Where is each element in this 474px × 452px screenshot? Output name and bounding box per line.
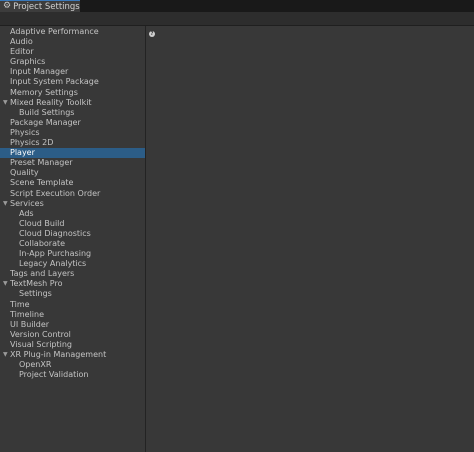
project-settings-window: ⚙ Project Settings Adaptive Performance A… bbox=[0, 0, 474, 452]
sidebar-item-audio[interactable]: Audio bbox=[0, 37, 145, 47]
sidebar-item-label: Timeline bbox=[10, 309, 45, 319]
sidebar-item-label: Graphics bbox=[10, 57, 46, 67]
sidebar-item-label: Input Manager bbox=[10, 67, 69, 77]
foldout-arrow-icon[interactable]: ▼ bbox=[3, 279, 8, 289]
sidebar-item-label: Physics 2D bbox=[10, 138, 54, 148]
sidebar-item-label: UI Builder bbox=[10, 319, 50, 329]
sidebar-item-visual-scripting[interactable]: Visual Scripting bbox=[0, 340, 145, 350]
sidebar-item-physics[interactable]: Physics bbox=[0, 128, 145, 138]
gear-icon: ⚙ bbox=[3, 1, 12, 11]
sidebar-item-textmesh-pro[interactable]: ▼ TextMesh Pro bbox=[0, 279, 145, 289]
sidebar-item-scene-template[interactable]: Scene Template bbox=[0, 178, 145, 188]
sidebar-item-time[interactable]: Time bbox=[0, 300, 145, 310]
sidebar-item-label: Ads bbox=[19, 208, 34, 218]
sidebar-item-ads[interactable]: Ads bbox=[0, 209, 145, 219]
sidebar-item-label: Visual Scripting bbox=[10, 339, 72, 349]
sidebar-item-label: Time bbox=[10, 299, 30, 309]
sidebar-item-label: Legacy Analytics bbox=[19, 259, 87, 269]
sidebar-item-services[interactable]: ▼ Services bbox=[0, 199, 145, 209]
sidebar-item-cloud-build[interactable]: Cloud Build bbox=[0, 219, 145, 229]
sidebar-item-editor[interactable]: Editor bbox=[0, 47, 145, 57]
sidebar-item-label: Version Control bbox=[10, 329, 71, 339]
help-icon[interactable]: ? bbox=[149, 31, 155, 37]
sidebar-item-label: Cloud Diagnostics bbox=[19, 228, 91, 238]
sidebar-item-label: Editor bbox=[10, 47, 34, 57]
sidebar-item-label: Services bbox=[10, 198, 44, 208]
sidebar-item-legacy-analytics[interactable]: Legacy Analytics bbox=[0, 259, 145, 269]
sidebar-item-collaborate[interactable]: Collaborate bbox=[0, 239, 145, 249]
toolbar bbox=[0, 12, 474, 26]
sidebar-item-label: XR Plug-in Management bbox=[10, 350, 107, 359]
sidebar-item-in-app-purchasing[interactable]: In-App Purchasing bbox=[0, 249, 145, 259]
tab-project-settings[interactable]: ⚙ Project Settings bbox=[0, 0, 80, 12]
sidebar-item-mixed-reality-toolkit[interactable]: ▼ Mixed Reality Toolkit bbox=[0, 98, 145, 108]
sidebar-item-label: Collaborate bbox=[19, 238, 66, 248]
sidebar-item-label: Project Validation bbox=[19, 370, 89, 380]
sidebar-item-label: Quality bbox=[10, 168, 39, 178]
sidebar-item-label: Physics bbox=[10, 127, 40, 137]
sidebar-item-label: Package Manager bbox=[10, 117, 81, 127]
sidebar-item-label: Cloud Build bbox=[19, 218, 65, 228]
sidebar-item-label: Player bbox=[10, 148, 35, 158]
sidebar-item-settings[interactable]: Settings bbox=[0, 289, 145, 299]
settings-content-panel: ? bbox=[146, 26, 474, 452]
sidebar-item-label: TextMesh Pro bbox=[10, 279, 63, 289]
sidebar-item-tags-and-layers[interactable]: Tags and Layers bbox=[0, 269, 145, 279]
sidebar-item-label: Memory Settings bbox=[10, 87, 78, 97]
sidebar-item-label: Tags and Layers bbox=[10, 269, 75, 279]
sidebar-item-package-manager[interactable]: Package Manager bbox=[0, 118, 145, 128]
foldout-arrow-icon[interactable]: ▼ bbox=[3, 199, 8, 209]
sidebar-item-openxr[interactable]: OpenXR bbox=[0, 360, 145, 370]
sidebar-item-cloud-diagnostics[interactable]: Cloud Diagnostics bbox=[0, 229, 145, 239]
sidebar-item-physics-2d[interactable]: Physics 2D bbox=[0, 138, 145, 148]
foldout-arrow-icon[interactable]: ▼ bbox=[3, 350, 8, 360]
sidebar-item-label: In-App Purchasing bbox=[19, 249, 92, 259]
sidebar-item-label: Mixed Reality Toolkit bbox=[10, 97, 92, 107]
sidebar-item-preset-manager[interactable]: Preset Manager bbox=[0, 158, 145, 168]
sidebar-item-xr-plug-in-management[interactable]: ▼ XR Plug-in Management bbox=[0, 350, 145, 360]
sidebar-item-adaptive-performance[interactable]: Adaptive Performance bbox=[0, 27, 145, 37]
sidebar-item-version-control[interactable]: Version Control bbox=[0, 330, 145, 340]
sidebar-item-memory-settings[interactable]: Memory Settings bbox=[0, 88, 145, 98]
sidebar-item-label: Build Settings bbox=[19, 107, 75, 117]
sidebar-item-script-execution-order[interactable]: Script Execution Order bbox=[0, 189, 145, 199]
sidebar-item-label: Settings bbox=[19, 289, 52, 299]
sidebar-item-build-settings[interactable]: Build Settings bbox=[0, 108, 145, 118]
sidebar-item-timeline[interactable]: Timeline bbox=[0, 310, 145, 320]
sidebar-item-project-validation[interactable]: Project Validation bbox=[0, 370, 145, 380]
sidebar-item-quality[interactable]: Quality bbox=[0, 168, 145, 178]
tab-bar: ⚙ Project Settings bbox=[0, 0, 474, 12]
tab-title: Project Settings bbox=[13, 1, 80, 12]
sidebar-item-label: Input System Package bbox=[10, 77, 99, 87]
sidebar-item-ui-builder[interactable]: UI Builder bbox=[0, 320, 145, 330]
settings-sidebar: Adaptive Performance Audio Editor Graphics I… bbox=[0, 26, 146, 452]
sidebar-item-label: Scene Template bbox=[10, 178, 74, 188]
sidebar-item-player[interactable]: Player bbox=[0, 148, 145, 159]
foldout-arrow-icon[interactable]: ▼ bbox=[3, 98, 8, 108]
sidebar-item-label: Audio bbox=[10, 37, 33, 47]
sidebar-item-input-manager[interactable]: Input Manager bbox=[0, 67, 145, 77]
sidebar-item-label: Script Execution Order bbox=[10, 188, 101, 198]
sidebar-item-input-system-package[interactable]: Input System Package bbox=[0, 77, 145, 87]
settings-tree: Adaptive Performance Audio Editor Graphics I… bbox=[0, 26, 145, 380]
sidebar-item-label: Adaptive Performance bbox=[10, 27, 99, 36]
sidebar-item-graphics[interactable]: Graphics bbox=[0, 57, 145, 67]
sidebar-item-label: Preset Manager bbox=[10, 158, 73, 168]
sidebar-item-label: OpenXR bbox=[19, 360, 52, 370]
